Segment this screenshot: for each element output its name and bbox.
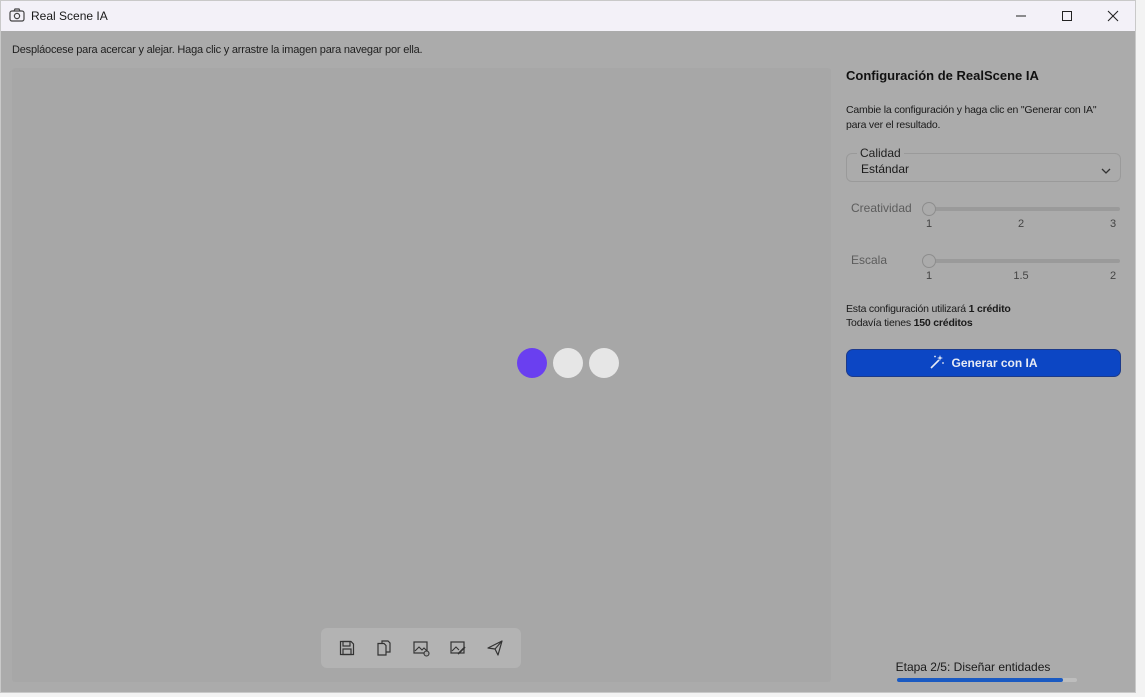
close-button[interactable] [1090, 1, 1135, 31]
credit-usage-prefix: Esta configuración utilizará [846, 303, 969, 315]
image-settings-button[interactable] [407, 634, 435, 662]
quality-label: Calidad [857, 146, 904, 160]
image-canvas[interactable] [12, 68, 831, 682]
image-edit-icon [450, 641, 466, 655]
stage-progress-bar [897, 678, 1077, 682]
panel-description: Cambie la configuración y haga clic en "… [846, 104, 1097, 131]
app-window: Real Scene IA Despláocese para acercar y… [0, 0, 1136, 693]
scale-tick-label: 1.5 [1013, 270, 1029, 282]
scale-label: Escala [851, 253, 888, 267]
quality-select[interactable]: Calidad Estándar [846, 146, 1121, 182]
creativity-tick-label: 3 [1109, 218, 1117, 230]
creativity-label: Creatividad [851, 201, 912, 215]
scale-slider-row: Escala 1 1.5 2 [846, 253, 1121, 293]
credit-balance-prefix: Todavía tienes [846, 317, 914, 329]
magic-wand-icon [929, 354, 945, 373]
maximize-button[interactable] [1044, 1, 1090, 31]
creativity-tick-label: 2 [1017, 218, 1025, 230]
scale-tick-label: 1 [925, 270, 933, 282]
stage-progress: Etapa 2/5: Diseñar entidades [896, 660, 1077, 682]
generate-ai-label: Generar con IA [951, 356, 1038, 370]
image-toolbar [321, 628, 521, 668]
save-icon [340, 640, 355, 656]
save-button[interactable] [333, 634, 361, 662]
creativity-slider-row: Creatividad 1 2 3 [846, 201, 1121, 241]
image-edit-button[interactable] [444, 634, 472, 662]
copy-icon [377, 640, 391, 656]
settings-panel: Configuración de RealScene IA Cambie la … [846, 68, 1121, 377]
creativity-tick-label: 1 [925, 218, 933, 230]
creativity-slider-thumb[interactable] [922, 202, 936, 216]
stage-progress-fill [897, 678, 1063, 682]
credit-info: Esta configuración utilizará 1 crédito T… [846, 302, 1011, 330]
minimize-button[interactable] [998, 1, 1044, 31]
creativity-slider[interactable] [922, 202, 1120, 216]
panel-title: Configuración de RealScene IA [846, 68, 1039, 83]
loading-dot-1 [517, 348, 547, 378]
window-title: Real Scene IA [31, 9, 108, 23]
image-settings-icon [413, 641, 430, 657]
chevron-down-icon [1100, 163, 1112, 181]
scale-slider-thumb[interactable] [922, 254, 936, 268]
generate-ai-button[interactable]: Generar con IA [846, 349, 1121, 377]
navigation-hint: Despláocese para acercar y alejar. Haga … [12, 44, 423, 56]
maximize-icon [1062, 11, 1072, 21]
stage-label: Etapa 2/5: Diseñar entidades [895, 660, 1051, 674]
credit-usage-value: 1 crédito [968, 303, 1011, 315]
loading-dot-2 [553, 348, 583, 378]
loading-dot-3 [589, 348, 619, 378]
send-icon [486, 640, 503, 656]
credit-balance-value: 150 créditos [913, 317, 973, 329]
scale-slider[interactable] [922, 254, 1120, 268]
send-button[interactable] [481, 634, 509, 662]
scale-tick-label: 2 [1109, 270, 1117, 282]
quality-value: Estándar [861, 162, 910, 176]
camera-icon [9, 8, 25, 22]
close-icon [1107, 10, 1119, 22]
title-bar: Real Scene IA [1, 1, 1135, 31]
copy-button[interactable] [370, 634, 398, 662]
minimize-icon [1016, 15, 1026, 17]
